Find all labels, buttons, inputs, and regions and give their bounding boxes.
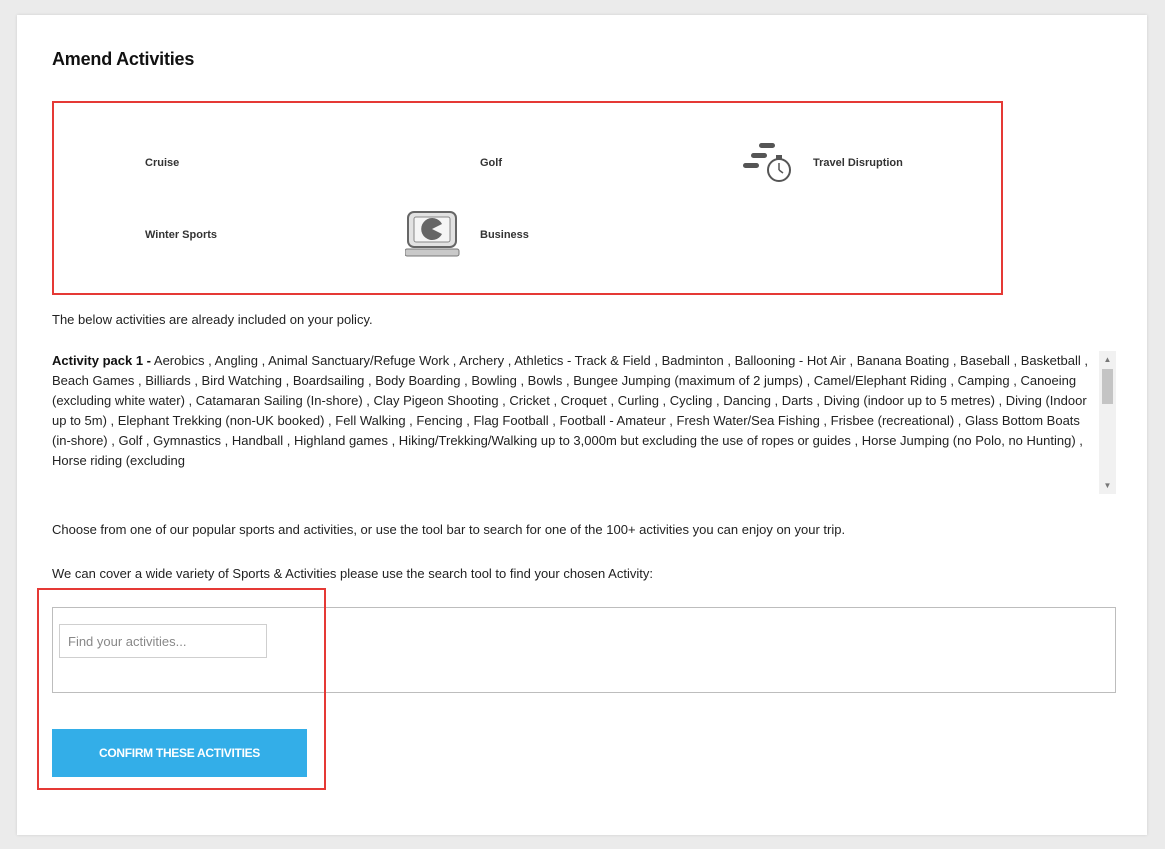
included-intro-text: The below activities are already include… xyxy=(52,312,373,327)
category-business[interactable]: Business xyxy=(480,229,529,241)
stopwatch-icon xyxy=(743,143,791,182)
activity-pack-label: Activity pack 1 - xyxy=(52,353,151,368)
activity-pack-text: Activity pack 1 - Aerobics , Angling , A… xyxy=(52,351,1097,471)
search-panel xyxy=(52,607,1116,693)
activity-search-input[interactable] xyxy=(59,624,267,658)
confirm-activities-button[interactable]: CONFIRM THESE ACTIVITIES xyxy=(52,729,307,777)
scroll-up-arrow-icon[interactable]: ▲ xyxy=(1099,351,1116,368)
category-highlight-box xyxy=(52,101,1003,295)
category-travel-disruption[interactable]: Travel Disruption xyxy=(813,157,903,169)
laptop-pie-icon xyxy=(405,211,460,257)
category-cruise[interactable]: Cruise xyxy=(145,157,179,169)
activity-pack-list: Aerobics , Angling , Animal Sanctuary/Re… xyxy=(52,353,1088,468)
choose-activities-text: Choose from one of our popular sports an… xyxy=(52,522,846,537)
scroll-down-arrow-icon[interactable]: ▼ xyxy=(1099,477,1116,494)
scroll-thumb[interactable] xyxy=(1102,369,1113,404)
activities-scrollbar[interactable]: ▲ ▼ xyxy=(1099,351,1116,494)
cover-activities-text: We can cover a wide variety of Sports & … xyxy=(52,566,653,581)
category-winter-sports[interactable]: Winter Sports xyxy=(145,229,217,241)
category-golf[interactable]: Golf xyxy=(480,157,502,169)
page-title: Amend Activities xyxy=(52,49,195,69)
included-activities-list[interactable]: Activity pack 1 - Aerobics , Angling , A… xyxy=(52,351,1116,494)
